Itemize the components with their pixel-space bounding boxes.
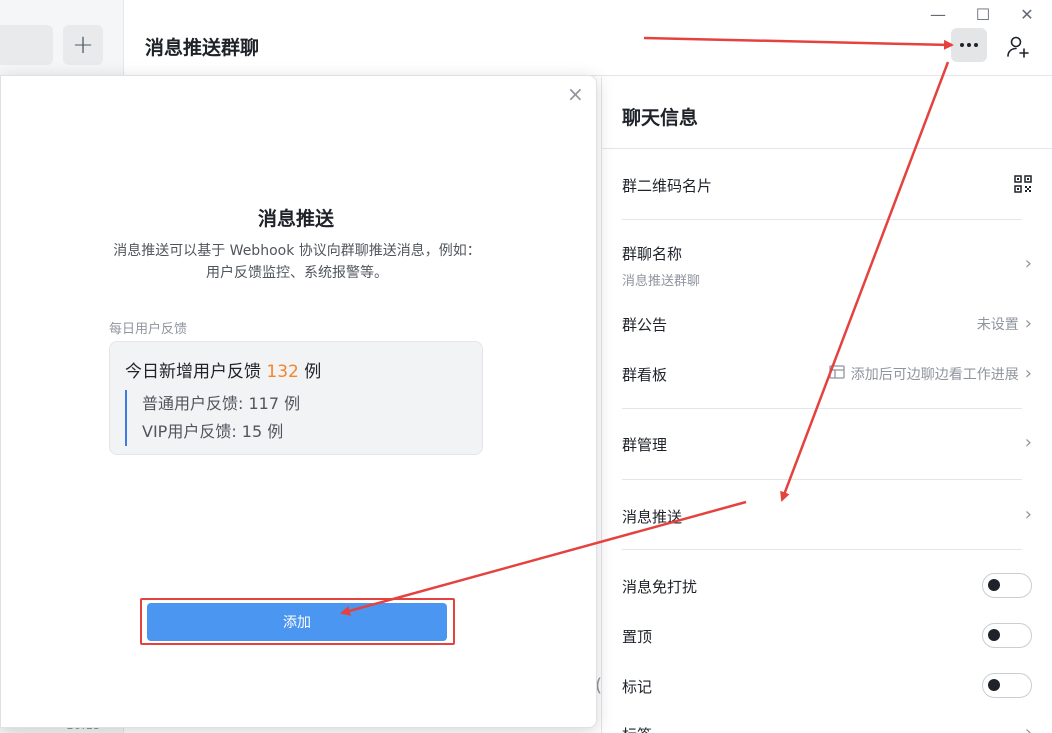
maximize-icon[interactable]: ☐ bbox=[971, 2, 995, 26]
divider bbox=[622, 479, 1022, 480]
add-member-icon[interactable] bbox=[1002, 30, 1036, 64]
search-box[interactable] bbox=[0, 25, 53, 65]
preview-headline: 今日新增用户反馈 132 例 bbox=[125, 357, 321, 382]
mark-label: 标记 bbox=[622, 678, 653, 696]
more-icon[interactable] bbox=[951, 28, 987, 62]
manage-label: 群管理 bbox=[622, 436, 668, 454]
row-group-manage[interactable]: 群管理 › bbox=[622, 434, 1032, 455]
plus-icon[interactable]: + bbox=[63, 25, 103, 65]
chat-header: 消息推送群聊 — ☐ ✕ bbox=[125, 0, 1052, 76]
row-group-name[interactable]: 群聊名称 消息推送群聊 › bbox=[622, 243, 1032, 289]
chat-info-panel: 聊天信息 群二维码名片 群聊名称 消息推送群聊 › 群公告 未设置 › 群看板 bbox=[601, 77, 1052, 733]
row-pin: 置顶 bbox=[622, 626, 1032, 647]
push-label: 消息推送 bbox=[622, 508, 683, 526]
announcement-value: 未设置 bbox=[976, 317, 1019, 333]
close-icon[interactable]: × bbox=[567, 82, 584, 106]
dnd-label: 消息免打扰 bbox=[622, 578, 698, 596]
row-group-board[interactable]: 群看板 添加后可边聊边看工作进展 › bbox=[622, 364, 1032, 385]
row-qr-card[interactable]: 群二维码名片 bbox=[622, 175, 1032, 196]
dialog-description: 消息推送可以基于 Webhook 协议向群聊推送消息，例如：用户反馈监控、系统报… bbox=[113, 243, 481, 281]
chevron-right-icon: › bbox=[1024, 722, 1032, 733]
row-mark: 标记 bbox=[622, 676, 1032, 697]
pin-label: 置顶 bbox=[622, 628, 653, 646]
chevron-right-icon: › bbox=[1024, 313, 1032, 334]
row-message-push[interactable]: 消息推送 › bbox=[622, 506, 1032, 527]
group-name-value: 消息推送群聊 bbox=[622, 274, 701, 289]
dnd-toggle[interactable] bbox=[982, 573, 1032, 598]
dialog-title: 消息推送 bbox=[257, 208, 334, 230]
add-button[interactable]: 添加 bbox=[147, 603, 447, 641]
chevron-right-icon: › bbox=[1024, 504, 1032, 525]
panel-title: 聊天信息 bbox=[622, 107, 699, 129]
preview-line-normal: 普通用户反馈: 117 例 bbox=[142, 394, 301, 413]
preview-lines: 普通用户反馈: 117 例 VIP用户反馈: 15 例 bbox=[125, 390, 300, 446]
board-value: 添加后可边聊边看工作进展 bbox=[850, 367, 1019, 383]
board-icon bbox=[829, 365, 845, 383]
minimize-icon[interactable]: — bbox=[926, 2, 950, 26]
row-tags[interactable]: 标签 › bbox=[622, 724, 1032, 733]
tag-label: 标签 bbox=[622, 724, 1032, 733]
group-name-label: 群聊名称 bbox=[622, 245, 683, 263]
mark-toggle[interactable] bbox=[982, 673, 1032, 698]
chevron-right-icon: › bbox=[1024, 253, 1032, 274]
preview-line-vip: VIP用户反馈: 15 例 bbox=[142, 422, 284, 441]
row-dnd: 消息免打扰 bbox=[622, 576, 1032, 597]
qr-code-icon[interactable] bbox=[1014, 175, 1032, 193]
divider bbox=[602, 148, 1052, 149]
preview-card: 今日新增用户反馈 132 例 普通用户反馈: 117 例 VIP用户反馈: 15… bbox=[109, 341, 483, 455]
chevron-right-icon: › bbox=[1024, 432, 1032, 453]
chat-title: 消息推送群聊 bbox=[145, 37, 260, 59]
qr-card-label: 群二维码名片 bbox=[622, 177, 713, 195]
announcement-label: 群公告 bbox=[622, 316, 668, 334]
divider bbox=[622, 408, 1022, 409]
window-close-icon[interactable]: ✕ bbox=[1015, 2, 1039, 26]
row-announcement[interactable]: 群公告 未设置 › bbox=[622, 314, 1032, 335]
feedback-count: 132 bbox=[266, 362, 299, 382]
divider bbox=[622, 549, 1022, 550]
preview-head-suffix: 例 bbox=[298, 362, 322, 382]
preview-label: 每日用户反馈 bbox=[109, 322, 188, 337]
divider bbox=[622, 219, 1022, 220]
message-push-dialog: × 消息推送 消息推送可以基于 Webhook 协议向群聊推送消息，例如：用户反… bbox=[0, 75, 597, 728]
preview-head-prefix: 今日新增用户反馈 bbox=[125, 362, 267, 382]
chevron-right-icon: › bbox=[1024, 363, 1032, 384]
pin-toggle[interactable] bbox=[982, 623, 1032, 648]
